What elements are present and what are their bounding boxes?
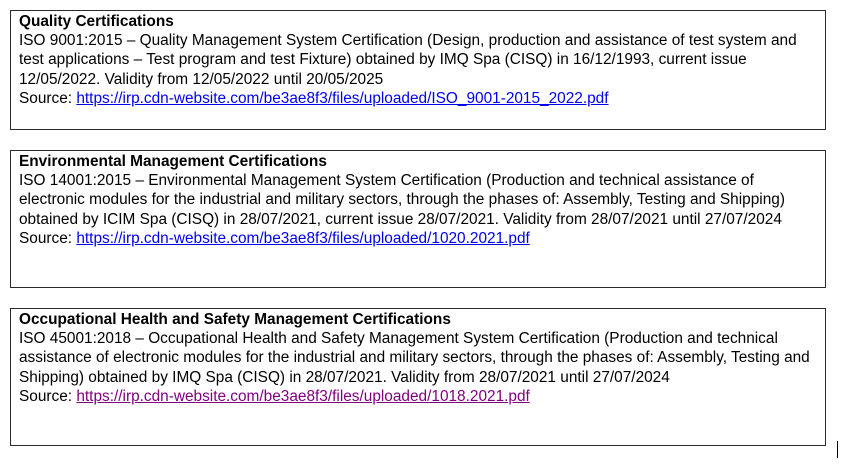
environmental-certifications-source: Source: https://irp.cdn-website.com/be3a… [19, 229, 817, 248]
source-label: Source: [19, 229, 77, 247]
environmental-certifications-text: ISO 14001:2015 – Environmental Managemen… [19, 172, 785, 228]
source-label: Source: [19, 387, 77, 405]
quality-certifications-text: ISO 9001:2015 – Quality Management Syste… [19, 32, 797, 88]
quality-certifications-source: Source: https://irp.cdn-website.com/be3a… [19, 89, 817, 108]
health-safety-certifications-box: Occupational Health and Safety Managemen… [10, 308, 826, 446]
quality-certifications-box: Quality Certifications ISO 9001:2015 – Q… [10, 10, 826, 130]
health-safety-certifications-source: Source: https://irp.cdn-website.com/be3a… [19, 387, 817, 406]
environmental-certifications-box: Environmental Management Certifications … [10, 150, 826, 288]
source-label: Source: [19, 89, 77, 107]
health-safety-certificate-pdf-link[interactable]: https://irp.cdn-website.com/be3ae8f3/fil… [76, 388, 529, 405]
environmental-certifications-title: Environmental Management Certifications [19, 153, 327, 170]
quality-certificate-pdf-link[interactable]: https://irp.cdn-website.com/be3ae8f3/fil… [76, 90, 608, 107]
text-cursor [837, 441, 838, 458]
environmental-certificate-pdf-link[interactable]: https://irp.cdn-website.com/be3ae8f3/fil… [76, 230, 529, 247]
health-safety-certifications-text: ISO 45001:2018 – Occupational Health and… [19, 330, 810, 386]
health-safety-certifications-title: Occupational Health and Safety Managemen… [19, 311, 451, 328]
quality-certifications-title: Quality Certifications [19, 13, 174, 30]
